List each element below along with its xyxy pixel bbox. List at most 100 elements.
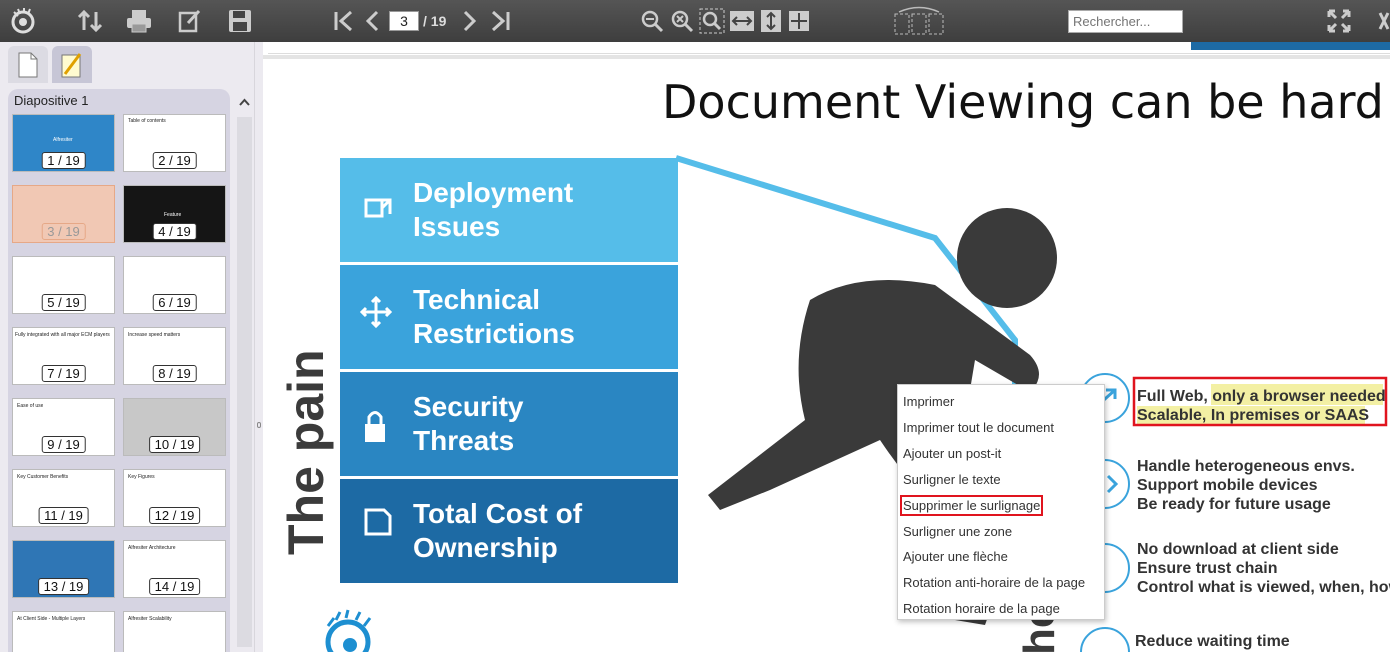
next-page-icon[interactable] [459,7,481,35]
thumbnail-label: 5 / 19 [41,294,86,311]
thumbnail-label: 8 / 19 [152,365,197,382]
thumbnail-page-2[interactable]: 2 / 19 Table of contents [123,114,226,172]
annotation-icon [61,52,82,77]
thumbnail-caption: Just runs a Web browser [186,261,225,267]
tab-annotations[interactable] [52,46,92,83]
page-number-input[interactable] [389,11,419,31]
thumbnail-page-13[interactable]: 13 / 19 [12,540,115,598]
fullscreen-icon[interactable] [1326,7,1352,35]
thumbnail-page-1[interactable]: 1 / 19 Alfresiter [12,114,115,172]
side-label: The pain [278,349,334,555]
thumbnail-page-6[interactable]: 6 / 19 Works with any device Just runs a W… [123,256,226,314]
app-logo-icon[interactable] [8,7,38,35]
search-input[interactable] [1068,10,1183,33]
scrollbar[interactable] [237,94,252,652]
first-page-icon[interactable] [332,7,356,35]
scroll-up-icon[interactable] [237,94,252,110]
thumbnail-caption: Works with any device [126,261,176,267]
thumbnail-page-14[interactable]: 14 / 19 Alfresiter Architecture [123,540,226,598]
pain-block-4: Total Cost ofOwnership [340,479,678,583]
context-menu-item[interactable]: Supprimer le surlignage [899,495,1044,516]
thumbnail-page-3[interactable]: 3 / 19 [12,185,115,243]
thumbnail-page-8[interactable]: 8 / 19 Increase speed matters [123,327,226,385]
thumbnail-caption: Ease of use [17,403,44,409]
pain-block-1: DeploymentIssues [340,158,678,262]
benefit-text: Support mobile devices [1137,477,1318,494]
thumbnail-caption: Increase speed matters [128,332,181,338]
previous-page-bar [1191,42,1390,50]
pain-block-text: Technical [413,284,540,315]
context-menu-item[interactable]: Surligner le texte [903,472,1001,487]
thumbnail-page-15[interactable]: At Client Side - Multiple Layers [12,611,115,652]
edit-icon[interactable] [176,7,204,35]
thumbnail-caption: Key Figures [128,474,155,480]
thumbnail-label: 9 / 19 [41,436,86,453]
thumbnail-caption: Alfresiter Scalability [128,616,172,622]
thumbnail-page-10[interactable]: 10 / 19 [123,398,226,456]
thumbnail-page-9[interactable]: 9 / 19 Ease of use [12,398,115,456]
benefit-text: Control what is viewed, when, how [1137,579,1390,596]
pain-block-text: Total Cost of [413,498,583,529]
thumbnail-label: 2 / 19 [152,152,197,169]
thumbnail-label: 10 / 19 [148,436,201,453]
save-icon[interactable] [226,7,254,35]
context-menu-item[interactable]: Imprimer [903,394,954,409]
scrollbar-track[interactable] [237,117,252,647]
zoom-area-icon[interactable] [699,7,725,35]
thumbnail-label: 12 / 19 [148,507,201,524]
tab-thumbnails[interactable] [8,46,48,83]
panel-splitter[interactable] [254,42,263,652]
context-menu-item[interactable]: Ajouter un post-it [903,446,1001,461]
thumbnail-panel: Diapositive 1 1 / 19 Alfresiter 2 / 19 Tabl… [8,89,230,652]
benefit-text: Ensure trust chain [1137,560,1277,577]
previous-page-icon[interactable] [361,7,383,35]
thumbnail-page-16[interactable]: Alfresiter Scalability [123,611,226,652]
thumbnail-page-11[interactable]: 11 / 19 Key Customer Benefits [12,469,115,527]
thumbnail-caption: Table of contents [128,118,166,124]
sidebar: Diapositive 1 1 / 19 Alfresiter 2 / 19 Tabl… [0,42,262,652]
context-menu-item[interactable]: Imprimer tout le document [903,420,1054,435]
sort-icon[interactable] [76,7,104,35]
rotate-pages-icon[interactable] [890,6,948,35]
close-icon[interactable] [1378,7,1390,35]
thumbnail-label: 11 / 19 [38,507,89,524]
thumbnail-label: 7 / 19 [41,365,86,382]
thumbnail-label: 4 / 19 [152,223,197,240]
benefit-text: Be ready for future usage [1137,496,1331,513]
zoom-reset-icon[interactable] [670,7,694,35]
document-viewer: Document Viewing can be hard The pain he… [263,42,1390,652]
fit-page-icon[interactable] [787,7,811,35]
last-page-icon[interactable] [488,7,512,35]
thumbnail-page-7[interactable]: 7 / 19 Fully integrated with all major EC… [12,327,115,385]
company-logo [325,609,372,652]
benefit-text: Scalable, In premises or SAAS [1137,407,1369,424]
slide-title: Document Viewing can be hard [662,75,1384,129]
benefit-text: Reduce waiting time [1135,633,1290,650]
thumbnail-label: 13 / 19 [37,578,90,595]
benefit-text: Full Web, only a browser needed [1137,388,1386,405]
fit-height-icon[interactable] [759,7,783,35]
context-menu-item[interactable]: Surligner une zone [903,524,1012,539]
fit-width-icon[interactable] [729,7,755,35]
benefit-text: Handle heterogeneous envs. [1137,458,1355,475]
thumbnail-label: 6 / 19 [152,294,197,311]
context-menu-item[interactable]: Ajouter une flèche [903,549,1008,564]
thumbnail-page-4[interactable]: 4 / 19 Feature [123,185,226,243]
context-menu-item[interactable]: Rotation horaire de la page [903,601,1060,616]
thumbnail-caption: 2000 [172,492,184,498]
zoom-out-icon[interactable] [640,7,664,35]
thumbnail-page-5[interactable]: 5 / 19 [12,256,115,314]
thumbnail-label: 1 / 19 [41,152,86,169]
thumbnail-caption: Alfresiter [53,137,73,143]
context-menu-item[interactable]: Rotation anti-horaire de la page [903,575,1085,590]
save-circle-icon [1080,627,1130,652]
thumbnail-caption: Alfresiter Architecture [128,545,176,551]
pain-block-text: Ownership [413,532,558,563]
thumbnail-caption: Fully integrated with all major ECM play… [15,332,110,338]
page-icon [18,52,38,77]
thumbnail-page-12[interactable]: 12 / 19 Key Figures 2000 [123,469,226,527]
print-icon[interactable] [124,7,154,35]
pain-block-2: TechnicalRestrictions [340,265,678,369]
thumbnail-caption: Key Customer Benefits [17,474,69,480]
thumbnail-label: 3 / 19 [41,223,86,240]
